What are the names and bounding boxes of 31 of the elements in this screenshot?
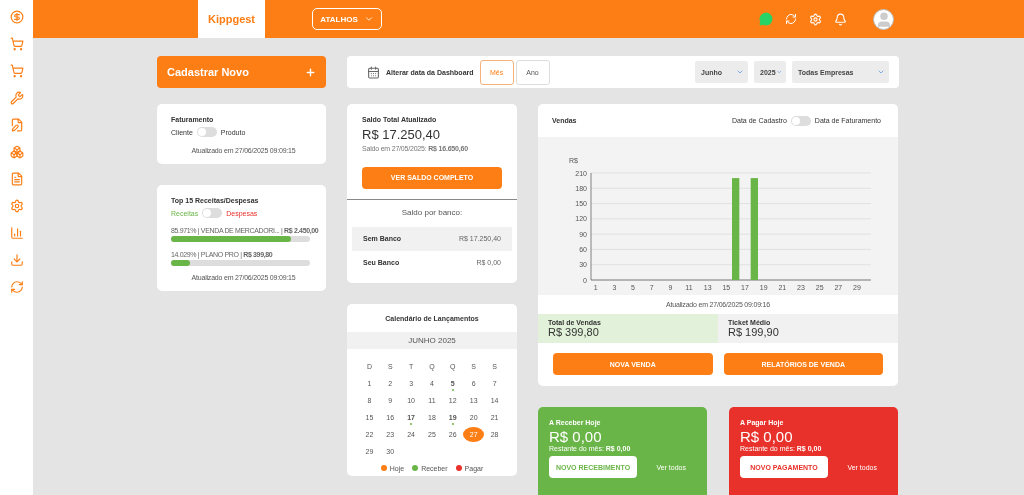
due-amount: R$ 0,00 [740, 428, 794, 445]
refresh-icon[interactable] [9, 280, 24, 294]
dollar-icon[interactable] [9, 10, 24, 24]
section-title: Saldo por banco: [400, 206, 464, 219]
cart-icon[interactable] [9, 64, 24, 78]
chevron-icon [775, 68, 782, 76]
chevron-icon [736, 68, 744, 76]
plus-icon [305, 66, 316, 78]
chat-icon[interactable] [759, 12, 773, 26]
chevron-icon [877, 68, 885, 76]
bar-chart-icon[interactable] [9, 226, 24, 240]
avatar[interactable] [873, 8, 894, 30]
toggle-switch[interactable] [196, 127, 217, 137]
toggle-switch[interactable] [790, 115, 811, 126]
month-header: JUNHO 2025 [347, 331, 517, 349]
edit-icon[interactable] [9, 118, 24, 132]
boxes-icon[interactable] [9, 145, 24, 159]
chevron-icon [363, 14, 374, 24]
due-amount: R$ 0,00 [549, 428, 603, 445]
wrench-icon[interactable] [9, 91, 24, 105]
bell-icon[interactable] [834, 12, 847, 26]
balance-amount: R$ 17.250,40 [362, 127, 442, 142]
stat-value: R$ 199,90 [728, 326, 780, 338]
refresh-icon[interactable] [785, 13, 797, 25]
settings-icon[interactable] [9, 199, 24, 213]
calendar-icon [367, 65, 380, 79]
stat-value: R$ 399,80 [548, 326, 600, 338]
document-icon[interactable] [9, 172, 24, 186]
cart-icon[interactable] [9, 37, 24, 51]
toggle-switch[interactable] [202, 208, 223, 218]
download-icon[interactable] [9, 253, 24, 267]
